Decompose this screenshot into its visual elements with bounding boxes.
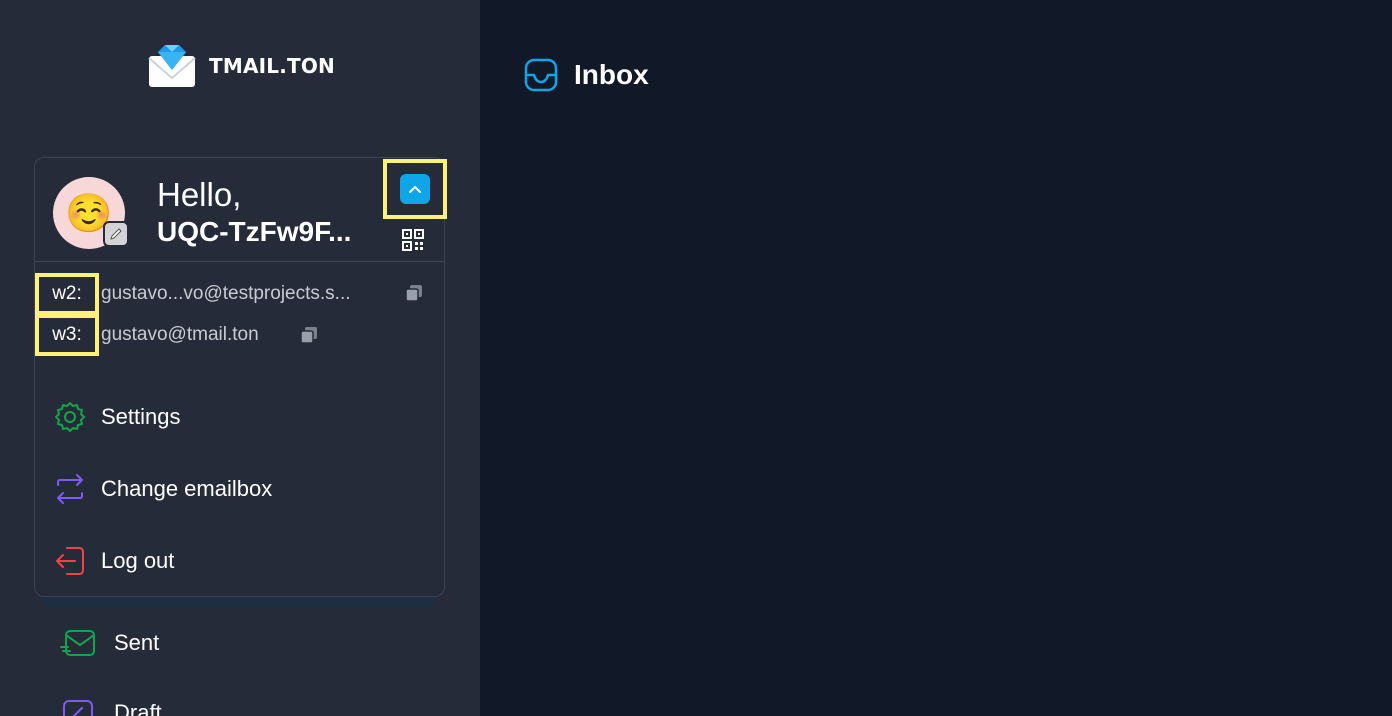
inbox-icon — [524, 58, 558, 92]
page-title: Inbox — [524, 58, 649, 92]
nav-sent-label: Sent — [114, 630, 160, 655]
settings-label: Settings — [101, 404, 181, 429]
change-emailbox-menu-item[interactable]: Change emailbox — [53, 472, 272, 506]
collapse-highlight — [383, 159, 447, 219]
logout-icon — [56, 547, 84, 575]
change-emailbox-label: Change emailbox — [101, 476, 273, 501]
diamond-envelope-icon — [148, 45, 196, 87]
sent-mail-icon — [60, 630, 95, 656]
copy-icon[interactable] — [299, 325, 319, 345]
email-tag: w2: — [35, 273, 99, 315]
email-row-w3: w3: gustavo@tmail.ton — [35, 314, 259, 356]
log-out-label: Log out — [101, 548, 175, 573]
inbox-title-text: Inbox — [574, 59, 649, 90]
collapse-button[interactable] — [400, 174, 430, 204]
nav-draft-label: Draft — [114, 700, 162, 716]
edit-avatar-button[interactable] — [103, 221, 129, 247]
brand-logo[interactable]: TMAIL.TON — [148, 44, 335, 88]
email-address: gustavo@tmail.ton — [101, 324, 259, 345]
brand-name: TMAIL.TON — [209, 54, 335, 78]
email-address: gustavo...vo@testprojects.s... — [101, 283, 351, 304]
copy-icon[interactable] — [404, 283, 424, 303]
profile-header: ☺️ Hello, UQC-TzFw9F... — [35, 158, 447, 262]
profile-card: ☺️ Hello, UQC-TzFw9F... w2: gustavo...vo… — [34, 157, 447, 597]
pencil-icon — [110, 228, 122, 240]
draft-icon — [63, 700, 93, 716]
swap-arrows-icon — [57, 474, 83, 504]
wallet-address: UQC-TzFw9F... — [157, 216, 352, 247]
nav-item-draft[interactable]: Draft — [60, 698, 162, 716]
chevron-up-icon — [409, 186, 421, 193]
main-content: Inbox — [480, 0, 1392, 716]
settings-menu-item[interactable]: Settings — [53, 400, 181, 434]
email-row-w2: w2: gustavo...vo@testprojects.s... — [35, 273, 351, 315]
email-tag: w3: — [35, 314, 99, 356]
nav-item-sent[interactable]: Sent — [60, 628, 159, 658]
greeting: Hello, — [157, 176, 242, 213]
log-out-menu-item[interactable]: Log out — [53, 544, 174, 578]
sidebar: TMAIL.TON ☺️ Hello, UQC-TzFw9F... w2: gu… — [0, 0, 480, 716]
qr-code-icon[interactable] — [402, 229, 424, 251]
gear-icon — [55, 402, 85, 432]
